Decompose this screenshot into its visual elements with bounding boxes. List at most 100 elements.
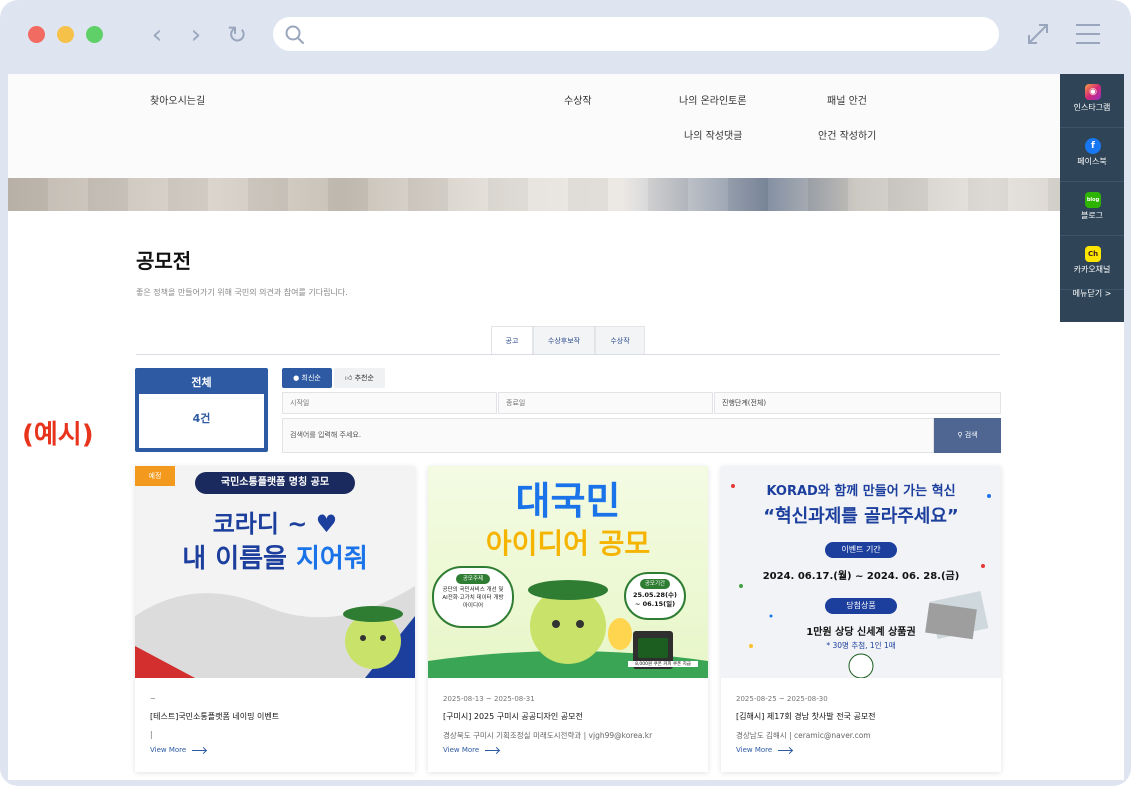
contest-card[interactable]: 대국민 아이디어 공모 공모주제 공단의 국민서비스 개선 및 AI전화·고가치… <box>428 466 708 772</box>
poster-line-part: 지어줘 <box>296 544 368 574</box>
start-date-field[interactable]: 시작일 <box>282 392 497 414</box>
menu-write-agenda[interactable]: 안건 작성하기 <box>818 127 876 142</box>
back-icon[interactable]: ‹ <box>142 18 172 52</box>
menu-panel-agenda[interactable]: 패널 안건 <box>827 92 867 107</box>
tab-notice[interactable]: 공고 <box>491 326 533 355</box>
facebook-icon: f <box>1085 138 1101 154</box>
page-subtitle: 좋은 정책을 만들어가기 위해 국민의 의견과 참여를 기다립니다. <box>136 288 348 297</box>
menu-my-online-debate[interactable]: 나의 온라인토론 <box>679 92 747 107</box>
maximize-window-button[interactable] <box>86 26 103 43</box>
sort-recommended-button[interactable]: 👍︎ 추천순 <box>334 368 385 388</box>
tab-divider <box>136 354 1000 355</box>
view-more-label: View More <box>443 746 480 754</box>
sidebar-label: 블로그 <box>1080 211 1104 220</box>
bubble-title: 공모주제 <box>456 574 490 584</box>
poster-period: 2024. 06.17.(월) ~ 2024. 06. 28.(금) <box>762 571 960 582</box>
poster-line-part: 내 이름을 <box>182 544 297 574</box>
close-window-button[interactable] <box>28 26 45 43</box>
search-icon: ⚲ <box>957 431 963 439</box>
view-more-link[interactable]: View More <box>150 746 207 754</box>
thumbs-up-icon: 👍︎ <box>345 374 353 382</box>
total-label: 전체 <box>191 376 212 389</box>
period-bubble: 공모기간 25.05.28(수) ~ 06.15(일) <box>624 572 686 620</box>
page-title: 공모전 <box>136 249 192 273</box>
sort-latest-button[interactable]: ● 최신순 <box>282 368 332 388</box>
card-meta: 경상남도 김해시 | ceramic@naver.com <box>736 731 871 740</box>
search-button[interactable]: ⚲ 검색 <box>934 418 1001 453</box>
poster-line: 대국민 <box>515 479 621 523</box>
view-more-label: View More <box>150 746 187 754</box>
sort-latest-label: 최신순 <box>301 374 321 382</box>
card-date: 2025-08-25 ~ 2025-08-30 <box>736 695 828 703</box>
poster-banner: 국민소통플랫폼 명칭 공모 <box>195 472 355 494</box>
sidebar-item-kakao[interactable]: Ch 카카오채널 <box>1060 236 1124 290</box>
sidebar-item-instagram[interactable]: ◉ 인스타그램 <box>1060 74 1124 128</box>
forward-icon[interactable]: › <box>181 18 211 52</box>
social-sidebar: ◉ 인스타그램 f 페이스북 blog 블로그 Ch 카카오채널 메뉴닫기 > <box>1060 74 1124 322</box>
poster-line: “혁신과제를 골라주세요” <box>763 506 959 527</box>
menu-directions[interactable]: 찾아오시는길 <box>150 92 205 107</box>
card-title[interactable]: [구미시] 2025 구미시 공공디자인 공모전 <box>443 711 583 722</box>
sidebar-item-facebook[interactable]: f 페이스북 <box>1060 128 1124 182</box>
address-bar[interactable] <box>273 17 999 51</box>
card-poster-image: 대국민 아이디어 공모 공모주제 공단의 국민서비스 개선 및 AI전화·고가치… <box>428 466 708 678</box>
menu-awards[interactable]: 수상작 <box>564 92 592 107</box>
poster-prize: 1만원 상당 신세계 상품권 <box>806 627 916 638</box>
sort-recommended-label: 추천순 <box>354 374 374 382</box>
search-input[interactable]: 검색어를 입력해 주세요. <box>282 418 934 453</box>
dot-icon: ● <box>293 374 300 382</box>
hero-banner-image <box>8 178 1124 211</box>
hamburger-menu-icon[interactable] <box>1074 22 1102 46</box>
tab-candidates[interactable]: 수상후보작 <box>533 326 595 355</box>
card-poster-image: KORAD와 함께 만들어 가는 혁신 “혁신과제를 골라주세요” 이벤트 기간… <box>721 466 1001 678</box>
poster-prize-note: * 30명 추첨, 1인 1매 <box>826 641 896 650</box>
poster-line: KORAD와 함께 만들어 가는 혁신 <box>766 484 956 499</box>
view-more-link[interactable]: View More <box>736 746 793 754</box>
sidebar-label: 페이스북 <box>1077 157 1107 166</box>
minimize-window-button[interactable] <box>57 26 74 43</box>
example-label: (예시) <box>22 420 94 450</box>
card-title[interactable]: [김해시] 제17회 경남 찻사발 전국 공모전 <box>736 711 876 722</box>
search-icon <box>285 25 304 44</box>
contest-card[interactable]: KORAD와 함께 만들어 가는 혁신 “혁신과제를 골라주세요” 이벤트 기간… <box>721 466 1001 772</box>
reload-icon[interactable]: ↻ <box>222 18 252 52</box>
search-button-label: 검색 <box>964 431 978 439</box>
end-date-field[interactable]: 종료일 <box>498 392 713 414</box>
poster-pill: 이벤트 기간 <box>825 542 897 558</box>
topic-bubble: 공모주제 공단의 국민서비스 개선 및 AI전화·고가치 데이터 개방 아이디어 <box>432 566 514 628</box>
card-meta: 경상북도 구미시 기획조정실 미래도시전략과 | vjgh99@korea.kr <box>443 731 653 740</box>
tab-winners[interactable]: 수상작 <box>595 326 645 355</box>
instagram-icon: ◉ <box>1085 84 1101 100</box>
total-count-box: 전체 4건 <box>135 368 268 452</box>
bubble-text: 25.05.28(수) ~ 06.15(일) <box>633 591 677 608</box>
sidebar-label: 카카오채널 <box>1073 265 1111 274</box>
card-date: 2025-08-13 ~ 2025-08-31 <box>443 695 535 703</box>
page-viewport: 찾아오시는길 수상작 나의 온라인토론 패널 안건 나의 작성댓글 안건 작성하… <box>8 74 1124 780</box>
card-date: ~ <box>150 695 156 703</box>
contest-card[interactable]: 국민소통플랫폼 명칭 공모 코라디 ~ ♥ 내 이름을 지어줘 예정 ~ [테스… <box>135 466 415 772</box>
status-badge: 예정 <box>135 466 175 486</box>
arrow-right-icon <box>485 749 500 751</box>
card-title[interactable]: [테스트]국민소통플랫폼 네이밍 이벤트 <box>150 711 279 722</box>
poster-pill: 당첨상품 <box>825 598 897 614</box>
kakao-channel-icon: Ch <box>1085 246 1101 262</box>
menu-my-comments[interactable]: 나의 작성댓글 <box>684 127 742 142</box>
sidebar-item-blog[interactable]: blog 블로그 <box>1060 182 1124 236</box>
gift-text: 8,000원 쿠폰 커피 쿠폰 지급 <box>628 661 698 667</box>
arrow-right-icon <box>778 749 793 751</box>
site-header: 찾아오시는길 수상작 나의 온라인토론 패널 안건 나의 작성댓글 안건 작성하… <box>8 74 1124 178</box>
bubble-title: 공모기간 <box>640 579 670 589</box>
poster-line: 코라디 ~ ♥ <box>212 510 338 538</box>
sidebar-label: 인스타그램 <box>1073 103 1111 112</box>
poster-line: 아이디어 공모 <box>485 527 651 560</box>
view-more-label: View More <box>736 746 773 754</box>
browser-toolbar: ‹ › ↻ <box>0 0 1131 74</box>
expand-icon[interactable] <box>1025 21 1051 47</box>
stage-select[interactable]: 진행단계(전체) <box>714 392 1001 414</box>
poster-line: 내 이름을 지어줘 <box>135 538 415 575</box>
blog-icon: blog <box>1085 192 1101 208</box>
view-more-link[interactable]: View More <box>443 746 500 754</box>
arrow-right-icon <box>192 749 207 751</box>
sidebar-close-button[interactable]: 메뉴닫기 > <box>1060 288 1124 299</box>
bubble-text: 공단의 국민서비스 개선 및 AI전화·고가치 데이터 개방 아이디어 <box>442 587 504 609</box>
